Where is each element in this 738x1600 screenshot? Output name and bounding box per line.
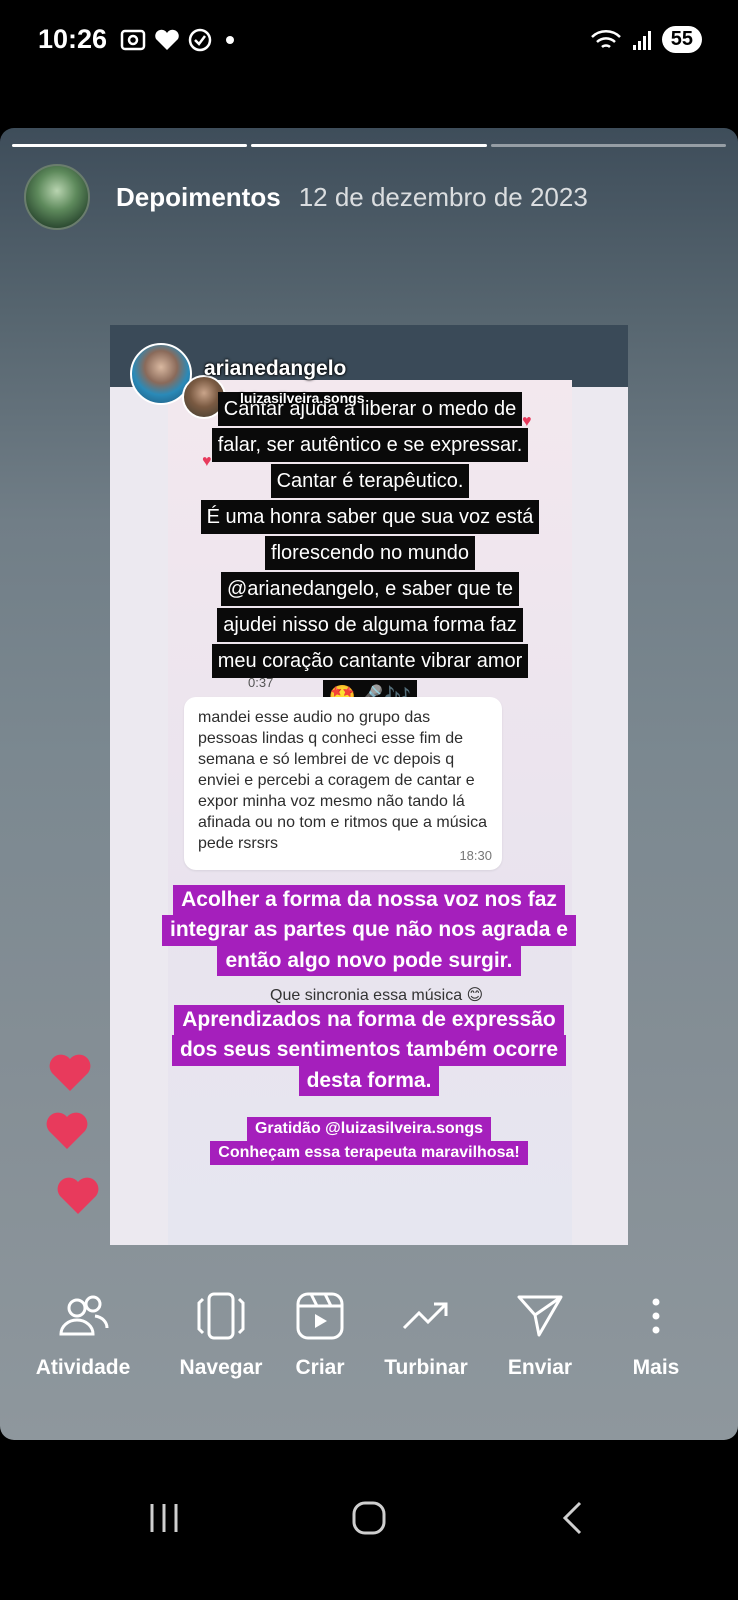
battery-badge: 55 <box>661 26 702 53</box>
chat-message-text: Que sincronia essa música 😊 <box>270 987 484 1004</box>
audio-duration: 0:37 <box>248 675 274 690</box>
pages-icon <box>197 1292 245 1340</box>
caption-line: Gratidão @luizasilveira.songs <box>246 1117 492 1141</box>
caption-line: então algo novo pode surgir. <box>217 945 521 976</box>
progress-segment <box>490 144 726 147</box>
story-media: ♥ ♥ ♥ arianedangelo Cantar ajuda a liber… <box>110 325 628 1245</box>
mention-username: luizasilveira.songs <box>240 390 365 406</box>
caption-line: Conheçam essa terapeuta maravilhosa! <box>210 1141 528 1165</box>
progress-segment <box>251 144 487 147</box>
chat-message-bubble: mandei esse audio no grupo das pessoas l… <box>184 697 502 870</box>
story-username[interactable]: Depoimentos <box>116 182 281 213</box>
home-icon[interactable] <box>351 1500 387 1536</box>
story-date: 12 de dezembro de 2023 <box>298 181 588 212</box>
trending-icon <box>402 1302 448 1330</box>
send-icon <box>517 1295 563 1337</box>
more-button[interactable]: Mais <box>596 1288 716 1380</box>
caption-line: dos seus sentimentos também ocorre <box>171 1035 567 1066</box>
avatar[interactable] <box>24 164 90 230</box>
activity-label: Atividade <box>35 1356 131 1379</box>
caption-line: Aprendizados na forma de expressão <box>174 1005 564 1036</box>
story-action-bar: Atividade Navegar Criar Turbinar Enviar … <box>0 1288 738 1408</box>
caption-line: desta forma. <box>298 1065 440 1096</box>
caption-line: É uma honra saber que sua voz está <box>200 500 540 534</box>
heart-reaction-icon <box>57 1177 99 1214</box>
more-vertical-icon <box>652 1298 660 1334</box>
boost-button[interactable]: Turbinar <box>366 1288 486 1380</box>
caption-line: meu coração cantante vibrar amor <box>211 644 529 678</box>
progress-segment <box>12 144 248 147</box>
status-system-icons: 55 <box>590 26 702 53</box>
activity-button[interactable]: Atividade <box>23 1288 143 1380</box>
purple-caption-block: Aprendizados na forma de expressão dos s… <box>110 1005 628 1096</box>
recents-icon[interactable] <box>146 1500 182 1536</box>
check-circle-icon <box>188 28 212 52</box>
wifi-icon <box>590 29 621 48</box>
purple-caption-block: Gratidão @luizasilveira.songs Conheçam e… <box>110 1117 628 1165</box>
heart-reaction-icon <box>46 1112 88 1149</box>
story-progress-bar <box>12 144 726 147</box>
caption-line: @arianedangelo, e saber que te <box>220 572 520 606</box>
heart-reaction-icon <box>49 1054 91 1091</box>
status-notification-icons <box>120 28 240 52</box>
chat-message-text: mandei esse audio no grupo das pessoas l… <box>198 709 488 852</box>
caption-line: integrar as partes que não nos agrada e <box>162 915 576 946</box>
send-label: Enviar <box>507 1356 573 1379</box>
create-button[interactable]: Criar <box>260 1288 380 1380</box>
reels-icon <box>296 1292 344 1340</box>
status-bar: 10:26 55 <box>0 0 738 90</box>
caption-line: falar, ser autêntico e se expressar. <box>211 428 529 462</box>
black-caption-block: Cantar ajuda a liberar o medo de falar, … <box>200 391 540 715</box>
dot-icon <box>226 36 234 44</box>
create-label: Criar <box>295 1356 345 1379</box>
boost-label: Turbinar <box>384 1356 468 1379</box>
system-navigation-bar <box>0 1470 738 1600</box>
caption-line: Cantar é terapêutico. <box>270 464 470 498</box>
mention-username: arianedangelo <box>204 357 347 380</box>
heart-icon <box>155 29 179 50</box>
story-header: Depoimentos 12 de dezembro de 2023 <box>24 164 588 230</box>
caption-line: florescendo no mundo <box>265 536 475 570</box>
status-time: 10:26 <box>38 24 108 54</box>
caption-line: Acolher a forma da nossa voz nos faz <box>173 885 565 916</box>
back-icon[interactable] <box>560 1500 586 1536</box>
signal-icon <box>632 30 651 50</box>
caption-line: ajudei nisso de alguma forma faz <box>217 608 523 642</box>
story-viewer[interactable]: Depoimentos 12 de dezembro de 2023 ♥ ♥ ♥… <box>0 128 738 1440</box>
purple-caption-block: Acolher a forma da nossa voz nos faz int… <box>110 885 628 976</box>
screenshot-icon <box>120 29 146 51</box>
more-label: Mais <box>632 1356 680 1379</box>
people-icon <box>59 1295 109 1336</box>
chat-message-time: 18:30 <box>459 848 492 863</box>
send-button[interactable]: Enviar <box>480 1288 600 1380</box>
